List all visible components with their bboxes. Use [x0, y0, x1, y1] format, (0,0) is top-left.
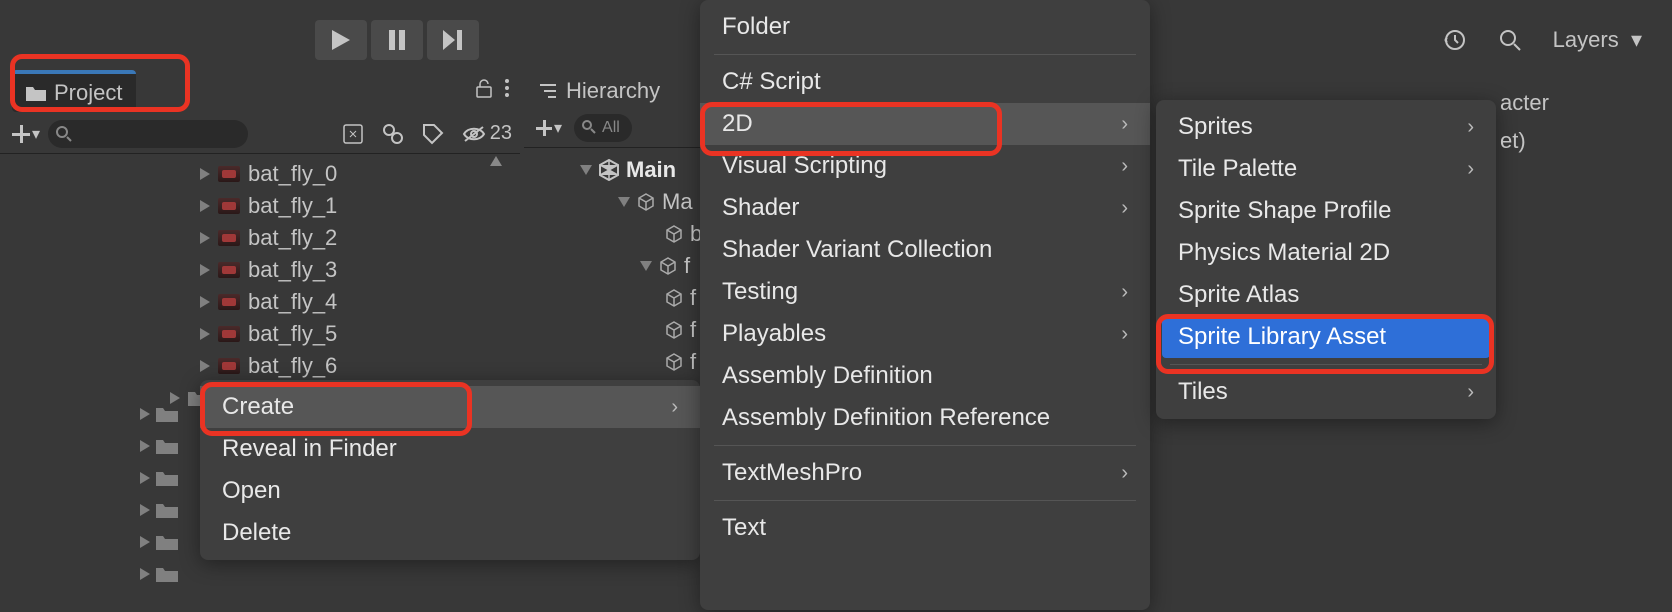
- search-icon[interactable]: [1487, 20, 1533, 60]
- package-icon[interactable]: [342, 123, 364, 145]
- asset-item[interactable]: bat_fly_5: [0, 318, 520, 350]
- more-icon[interactable]: [504, 78, 510, 98]
- cube-icon: [664, 224, 684, 244]
- inspector-partial: acter et): [1500, 90, 1549, 154]
- sprite-thumbnail-icon: [218, 262, 240, 278]
- right-toolbar: Layers ▾: [1431, 20, 1672, 60]
- menu-item-delete[interactable]: Delete: [200, 512, 700, 554]
- project-tab[interactable]: Project: [12, 70, 136, 112]
- unity-icon: [598, 159, 620, 181]
- cube-icon: [664, 288, 684, 308]
- menu-item-folder[interactable]: Folder: [700, 6, 1150, 48]
- separator: [714, 445, 1136, 446]
- hierarchy-search[interactable]: All: [574, 114, 632, 142]
- hierarchy-icon: [538, 82, 558, 100]
- context-menu-create: Folder C# Script 2D› Visual Scripting› S…: [700, 0, 1150, 610]
- play-button[interactable]: [315, 20, 367, 60]
- asset-item[interactable]: bat_fly_3: [0, 254, 520, 286]
- scroll-up-icon[interactable]: [490, 156, 502, 170]
- search-icon: [56, 126, 72, 142]
- sprite-thumbnail-icon: [218, 198, 240, 214]
- menu-item-tmp[interactable]: TextMeshPro›: [700, 452, 1150, 494]
- menu-item-visual-scripting[interactable]: Visual Scripting›: [700, 145, 1150, 187]
- add-dropdown[interactable]: ▾: [8, 124, 44, 144]
- filter-icon[interactable]: [382, 123, 404, 145]
- menu-item-asmref[interactable]: Assembly Definition Reference: [700, 397, 1150, 439]
- sprite-thumbnail-icon: [218, 294, 240, 310]
- project-tab-label: Project: [54, 80, 122, 106]
- sprite-thumbnail-icon: [218, 166, 240, 182]
- label-icon[interactable]: [422, 123, 444, 145]
- eye-off-icon: [462, 125, 486, 143]
- asset-item[interactable]: bat_fly_0: [0, 158, 520, 190]
- separator: [1170, 364, 1482, 365]
- context-menu-project: Create› Reveal in Finder Open Delete: [200, 380, 700, 560]
- asset-list: bat_fly_0 bat_fly_1 bat_fly_2 bat_fly_3 …: [0, 154, 520, 414]
- separator: [714, 54, 1136, 55]
- menu-item-text[interactable]: Text: [700, 507, 1150, 549]
- cube-icon: [664, 352, 684, 372]
- asset-item[interactable]: bat_fly_6: [0, 350, 520, 382]
- menu-item-sprite-library[interactable]: Sprite Library Asset: [1162, 316, 1490, 358]
- cube-icon: [664, 320, 684, 340]
- menu-item-sprite-shape[interactable]: Sprite Shape Profile: [1156, 190, 1496, 232]
- folder-icon: [26, 85, 46, 101]
- menu-item-shader-variant[interactable]: Shader Variant Collection: [700, 229, 1150, 271]
- menu-item-create[interactable]: Create›: [200, 386, 700, 428]
- menu-item-reveal[interactable]: Reveal in Finder: [200, 428, 700, 470]
- lock-icon[interactable]: [474, 78, 494, 98]
- menu-item-sprites[interactable]: Sprites›: [1156, 106, 1496, 148]
- context-menu-2d: Sprites› Tile Palette› Sprite Shape Prof…: [1156, 100, 1496, 419]
- pause-button[interactable]: [371, 20, 423, 60]
- menu-item-tiles[interactable]: Tiles›: [1156, 371, 1496, 413]
- menu-item-2d[interactable]: 2D›: [700, 103, 1150, 145]
- menu-item-tile-palette[interactable]: Tile Palette›: [1156, 148, 1496, 190]
- menu-item-open[interactable]: Open: [200, 470, 700, 512]
- folder-tree: [140, 398, 178, 590]
- asset-item[interactable]: bat_fly_1: [0, 190, 520, 222]
- menu-item-csharp[interactable]: C# Script: [700, 61, 1150, 103]
- visibility-toggle[interactable]: 23: [462, 122, 512, 145]
- menu-item-physics-mat[interactable]: Physics Material 2D: [1156, 232, 1496, 274]
- menu-item-sprite-atlas[interactable]: Sprite Atlas: [1156, 274, 1496, 316]
- search-icon: [582, 120, 596, 134]
- asset-item[interactable]: bat_fly_2: [0, 222, 520, 254]
- play-controls: [315, 20, 479, 60]
- menu-item-asmdef[interactable]: Assembly Definition: [700, 355, 1150, 397]
- sprite-thumbnail-icon: [218, 358, 240, 374]
- menu-item-shader[interactable]: Shader›: [700, 187, 1150, 229]
- project-search-input[interactable]: [48, 120, 248, 148]
- step-button[interactable]: [427, 20, 479, 60]
- cube-icon: [636, 192, 656, 212]
- cube-icon: [658, 256, 678, 276]
- sprite-thumbnail-icon: [218, 230, 240, 246]
- sprite-thumbnail-icon: [218, 326, 240, 342]
- hierarchy-add-dropdown[interactable]: ▾: [532, 118, 566, 138]
- separator: [714, 500, 1136, 501]
- project-toolbar: ▾ 23: [0, 114, 520, 154]
- asset-item[interactable]: bat_fly_4: [0, 286, 520, 318]
- menu-item-testing[interactable]: Testing›: [700, 271, 1150, 313]
- menu-item-playables[interactable]: Playables›: [700, 313, 1150, 355]
- layers-dropdown[interactable]: Layers ▾: [1543, 27, 1652, 53]
- history-icon[interactable]: [1431, 20, 1477, 60]
